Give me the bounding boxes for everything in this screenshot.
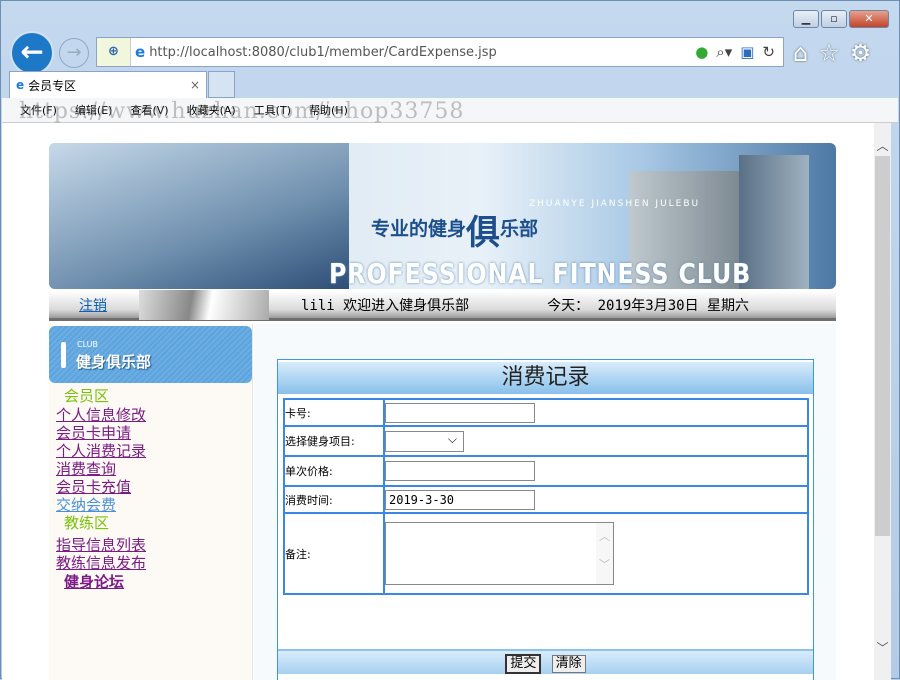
i-logo-icon — [61, 342, 66, 368]
link-card-recharge[interactable]: 会员卡充值 — [49, 478, 252, 496]
maximize-button[interactable]: ▫ — [821, 10, 847, 28]
close-tab-icon[interactable]: × — [190, 78, 200, 92]
page-viewport: 专业的健身俱乐部 ZHUANYE JIANSHEN JULEBU PROFESS… — [2, 123, 874, 680]
banner-en-title: PROFESSIONAL FITNESS CLUB — [329, 257, 751, 289]
menu-view[interactable]: 查看(V) — [130, 102, 168, 118]
shield-icon[interactable]: ⊕ — [97, 38, 131, 66]
url-text[interactable]: http://localhost:8080/club1/member/CardE… — [149, 45, 695, 60]
ie-icon: e — [16, 78, 24, 92]
time-input[interactable]: 2019-3-30 — [385, 490, 535, 510]
new-tab-button[interactable] — [208, 71, 235, 98]
textarea-scrollbar[interactable]: ︿﹀ — [596, 523, 613, 584]
price-label: 单次价格: — [284, 456, 384, 486]
address-bar[interactable]: ⊕ e http://localhost:8080/club1/member/C… — [96, 37, 784, 67]
time-label: 消费时间: — [284, 486, 384, 513]
expense-form-table: 卡号: 选择健身项目: ⌵ 单次价格: 消费时间: 2019-3-30 备注: … — [283, 398, 809, 595]
ie-icon: e — [135, 43, 145, 61]
star-icon[interactable]: ☆ — [818, 39, 840, 67]
banner-cn-b: 俱 — [466, 213, 500, 253]
banner-cn-c: 乐部 — [500, 218, 538, 240]
scroll-thumb[interactable] — [875, 156, 890, 536]
browser-window: ▁ ▫ ✕ ← → ⊕ e http://localhost:8080/club… — [0, 0, 900, 679]
fitness-item-select[interactable]: ⌵ — [385, 431, 464, 452]
vertical-scrollbar[interactable]: ︿ ﹀ — [874, 123, 891, 680]
menu-file[interactable]: 文件(F) — [20, 102, 57, 118]
back-button[interactable]: ← — [10, 31, 54, 75]
tab-member-zone[interactable]: e 会员专区 × — [9, 71, 207, 98]
banner-pinyin: ZHUANYE JIANSHEN JULEBU — [529, 199, 700, 209]
forward-button[interactable]: → — [59, 38, 89, 68]
link-expense-query[interactable]: 消费查询 — [49, 460, 252, 478]
sidebar-club-name: 健身俱乐部 — [76, 351, 151, 372]
form-title: 消费记录 — [278, 360, 813, 394]
expense-form-panel: 消费记录 卡号: 选择健身项目: ⌵ 单次价格: 消费时间: 2019-3-30… — [277, 359, 814, 680]
sidebar-club-label: CLUB — [77, 340, 98, 349]
submit-button[interactable]: 提交 — [505, 654, 541, 674]
welcome-text: lili 欢迎进入健身俱乐部 — [301, 295, 469, 315]
link-expense-record[interactable]: 个人消费记录 — [49, 442, 252, 460]
link-forum[interactable]: 健身论坛 — [49, 572, 252, 592]
compat-icon[interactable]: ▣ — [740, 43, 754, 61]
item-label: 选择健身项目: — [284, 426, 384, 456]
price-input[interactable] — [385, 461, 535, 481]
menu-help[interactable]: 帮助(H) — [309, 102, 348, 118]
card-label: 卡号: — [284, 399, 384, 426]
banner-cn-a: 专业的健身 — [371, 218, 466, 240]
note-label: 备注: — [284, 513, 384, 594]
top-nav: 注销 lili 欢迎进入健身俱乐部 今天： 2019年3月30日 星期六 — [49, 291, 836, 321]
menu-tools[interactable]: 工具(T) — [254, 102, 291, 118]
search-icon[interactable]: ⌕▾ — [716, 43, 732, 61]
member-section-title: 会员区 — [49, 387, 252, 406]
club-banner: 专业的健身俱乐部 ZHUANYE JIANSHEN JULEBU PROFESS… — [49, 143, 836, 289]
scroll-up-icon[interactable]: ︿ — [874, 137, 891, 154]
main-content: 消费记录 卡号: 选择健身项目: ⌵ 单次价格: 消费时间: 2019-3-30… — [254, 324, 836, 680]
banner-cn-title: 专业的健身俱乐部 — [371, 205, 538, 254]
link-pay-fee[interactable]: 交纳会费 — [49, 496, 252, 514]
refresh-icon[interactable]: ↻ — [762, 43, 775, 61]
gym-photo — [49, 143, 349, 289]
link-card-apply[interactable]: 会员卡申请 — [49, 424, 252, 442]
card-number-input[interactable] — [385, 403, 535, 423]
link-coach-publish[interactable]: 教练信息发布 — [49, 554, 252, 572]
menu-favorites[interactable]: 收藏夹(A) — [187, 102, 236, 118]
gear-icon[interactable]: ⚙ — [850, 39, 872, 67]
chevron-down-icon: ⌵ — [448, 432, 457, 447]
reset-button[interactable]: 清除 — [552, 655, 586, 673]
close-window-button[interactable]: ✕ — [849, 10, 889, 28]
nav-decoration — [139, 290, 269, 320]
form-button-bar: 提交 清除 — [278, 649, 813, 674]
link-edit-profile[interactable]: 个人信息修改 — [49, 406, 252, 424]
link-guidance-list[interactable]: 指导信息列表 — [49, 536, 252, 554]
tab-title: 会员专区 — [28, 77, 76, 94]
menu-edit[interactable]: 编辑(E) — [75, 102, 113, 118]
logout-link[interactable]: 注销 — [79, 295, 139, 315]
coach-section-title: 教练区 — [49, 514, 252, 533]
scroll-down-icon[interactable]: ﹀ — [874, 639, 891, 656]
minimize-button[interactable]: ▁ — [793, 10, 819, 28]
home-icon[interactable]: ⌂ — [793, 39, 808, 67]
today-date: 今天： 2019年3月30日 星期六 — [547, 295, 749, 315]
addon-icon[interactable]: ● — [695, 43, 708, 61]
note-textarea[interactable]: ︿﹀ — [385, 522, 614, 585]
sidebar-header: CLUB 健身俱乐部 — [49, 326, 252, 383]
sidebar: CLUB 健身俱乐部 会员区 个人信息修改 会员卡申请 个人消费记录 消费查询 … — [49, 324, 253, 680]
menu-bar: 文件(F) 编辑(E) 查看(V) 收藏夹(A) 工具(T) 帮助(H) — [2, 98, 898, 123]
